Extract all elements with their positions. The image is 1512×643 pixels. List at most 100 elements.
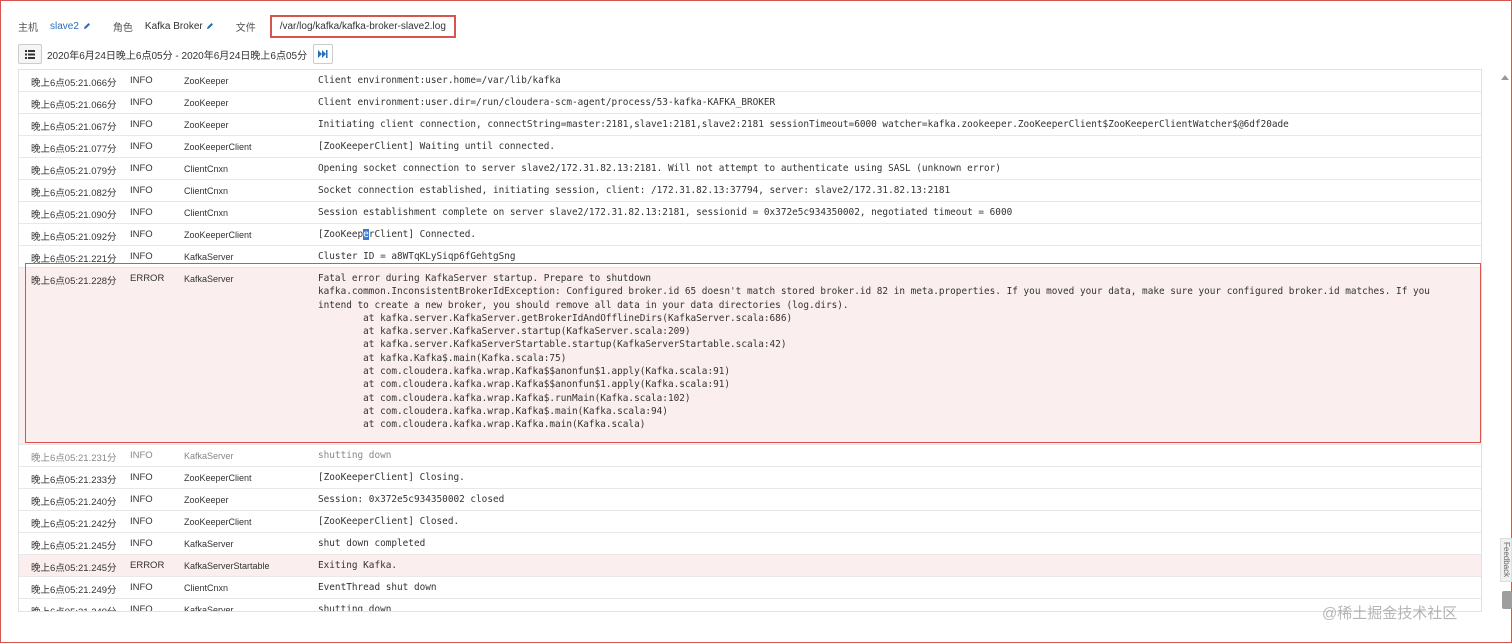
log-time: 晚上6点05:21.242分 — [31, 519, 117, 530]
role-label: 角色 — [112, 22, 133, 34]
log-source: ZooKeeperClient — [184, 473, 252, 483]
table-row-error: 晚上6点05:21.228分 ERROR KafkaServer Fatal e… — [19, 268, 1481, 445]
table-row: 晚上6点05:21.090分 INFO ClientCnxn Session e… — [19, 202, 1481, 224]
log-time: 晚上6点05:21.082分 — [31, 188, 117, 199]
log-time: 晚上6点05:21.090分 — [31, 210, 117, 221]
log-message: [ZooKeeperClient] Connected. — [315, 224, 1481, 241]
log-source: KafkaServer — [184, 252, 234, 262]
log-time: 晚上6点05:21.233分 — [31, 475, 117, 486]
scrollbar[interactable] — [1501, 69, 1512, 612]
log-source: ZooKeeper — [184, 120, 229, 130]
table-row: 晚上6点05:21.231分 INFO KafkaServer shutting… — [19, 445, 1481, 467]
log-message: shutting down — [318, 604, 392, 612]
log-time: 晚上6点05:21.077分 — [31, 144, 117, 155]
table-row: 晚上6点05:21.092分 INFO ZooKeeperClient [Zoo… — [19, 224, 1481, 246]
table-row: 晚上6点05:21.245分 INFO KafkaServer shut dow… — [19, 533, 1481, 555]
log-table: 晚上6点05:21.066分 INFO ZooKeeper Client env… — [18, 69, 1482, 612]
table-row: 晚上6点05:21.249分 INFO KafkaServer shutting… — [19, 599, 1481, 612]
log-level: INFO — [130, 494, 153, 505]
log-message-part: [ZooKeep — [318, 229, 364, 240]
table-row: 晚上6点05:21.079分 INFO ClientCnxn Opening s… — [19, 158, 1481, 180]
edit-role-icon[interactable] — [206, 22, 214, 30]
log-source: ClientCnxn — [184, 164, 229, 174]
log-level: INFO — [130, 207, 153, 218]
log-level: ERROR — [130, 273, 165, 284]
log-message: Socket connection established, initiatin… — [318, 185, 951, 196]
log-time: 晚上6点05:21.245分 — [31, 541, 117, 552]
log-source: KafkaServer — [184, 274, 234, 284]
log-message: [ZooKeeperClient] Closed. — [318, 516, 460, 527]
log-time: 晚上6点05:21.240分 — [31, 497, 117, 508]
log-time: 晚上6点05:21.092分 — [31, 232, 117, 243]
log-time: 晚上6点05:21.066分 — [31, 100, 117, 111]
log-message: [ZooKeeperClient] Closing. — [318, 472, 465, 483]
log-message-part: rClient] Connected. — [368, 229, 477, 240]
log-message: Session: 0x372e5c934350002 closed — [318, 494, 505, 505]
log-message: shut down completed — [318, 538, 426, 549]
scroll-up-icon[interactable] — [1501, 75, 1509, 80]
host-link[interactable]: slave2 — [50, 21, 79, 32]
log-message: Cluster ID = a8WTqKLySiqp6fGehtgSng — [318, 251, 516, 262]
log-time: 晚上6点05:21.228分 — [31, 276, 117, 287]
log-level: INFO — [130, 251, 153, 262]
log-time: 晚上6点05:21.249分 — [19, 599, 126, 611]
log-source: ZooKeeperClient — [184, 230, 252, 240]
log-message: Fatal error during KafkaServer startup. … — [318, 273, 1430, 431]
log-message: Client environment:user.dir=/run/clouder… — [318, 97, 776, 108]
log-level: INFO — [130, 582, 153, 593]
log-source: ClientCnxn — [184, 208, 229, 218]
role-value: Kafka Broker — [144, 20, 203, 32]
table-row: 晚上6点05:21.082分 INFO ClientCnxn Socket co… — [19, 180, 1481, 202]
log-source: ClientCnxn — [184, 186, 229, 196]
log-message: Exiting Kafka. — [318, 560, 398, 571]
table-row: 晚上6点05:21.233分 INFO ZooKeeperClient [Zoo… — [19, 467, 1481, 489]
log-source: ZooKeeper — [184, 98, 229, 108]
table-row: 晚上6点05:21.066分 INFO ZooKeeper Client env… — [19, 70, 1481, 92]
log-level: INFO — [130, 450, 153, 461]
log-time: 晚上6点05:21.067分 — [31, 122, 117, 133]
scrollbar-thumb[interactable] — [1502, 591, 1512, 609]
log-level: INFO — [130, 141, 153, 152]
log-level: ERROR — [130, 560, 165, 571]
log-source: ClientCnxn — [184, 583, 229, 593]
log-level: INFO — [130, 538, 153, 549]
log-source: ZooKeeperClient — [184, 142, 252, 152]
edit-host-icon[interactable] — [83, 22, 91, 30]
log-level: INFO — [130, 97, 153, 108]
log-message: [ZooKeeperClient] Waiting until connecte… — [318, 141, 556, 152]
log-time: 晚上6点05:21.249分 — [31, 585, 117, 596]
log-message: shutting down — [318, 450, 392, 461]
log-source: ZooKeeper — [184, 76, 229, 86]
table-row: 晚上6点05:21.249分 INFO ClientCnxn EventThre… — [19, 577, 1481, 599]
log-time: 晚上6点05:21.221分 — [31, 254, 117, 265]
table-row: 晚上6点05:21.077分 INFO ZooKeeperClient [Zoo… — [19, 136, 1481, 158]
log-source: ZooKeeper — [184, 495, 229, 505]
table-row-error: 晚上6点05:21.245分 ERROR KafkaServerStartabl… — [19, 555, 1481, 577]
log-message: Opening socket connection to server slav… — [318, 163, 1001, 174]
table-row: 晚上6点05:21.221分 INFO KafkaServer Cluster … — [19, 246, 1481, 268]
log-level: INFO — [130, 163, 153, 174]
log-level: INFO — [130, 516, 153, 527]
table-row: 晚上6点05:21.066分 INFO ZooKeeper Client env… — [19, 92, 1481, 114]
log-meta-bar: 主机 slave2 角色 Kafka Broker 文件 /var/log/ka… — [18, 14, 456, 38]
log-source: KafkaServer — [184, 451, 234, 461]
table-row: 晚上6点05:21.067分 INFO ZooKeeper Initiating… — [19, 114, 1481, 136]
list-icon — [25, 49, 35, 59]
log-source: KafkaServer — [184, 605, 234, 612]
watermark: @稀土掘金技术社区 — [1322, 605, 1458, 622]
log-time: 晚上6点05:21.066分 — [31, 78, 117, 89]
list-view-button[interactable] — [18, 44, 42, 64]
feedback-tab[interactable]: Feedback — [1500, 538, 1512, 582]
table-row: 晚上6点05:21.240分 INFO ZooKeeper Session: 0… — [19, 489, 1481, 511]
log-message: EventThread shut down — [318, 582, 437, 593]
log-message: Client environment:user.home=/var/lib/ka… — [318, 75, 561, 86]
skip-to-end-button[interactable] — [313, 44, 334, 64]
time-range-text: 2020年6月24日晚上6点05分 - 2020年6月24日晚上6点05分 — [47, 50, 308, 62]
log-level: INFO — [130, 119, 153, 130]
log-message: Session establishment complete on server… — [318, 207, 1013, 218]
log-level: INFO — [130, 472, 153, 483]
host-label: 主机 — [18, 22, 38, 34]
log-time: 晚上6点05:21.231分 — [31, 453, 117, 464]
log-source: KafkaServer — [184, 539, 234, 549]
time-range-bar: 2020年6月24日晚上6点05分 - 2020年6月24日晚上6点05分 — [18, 44, 334, 64]
